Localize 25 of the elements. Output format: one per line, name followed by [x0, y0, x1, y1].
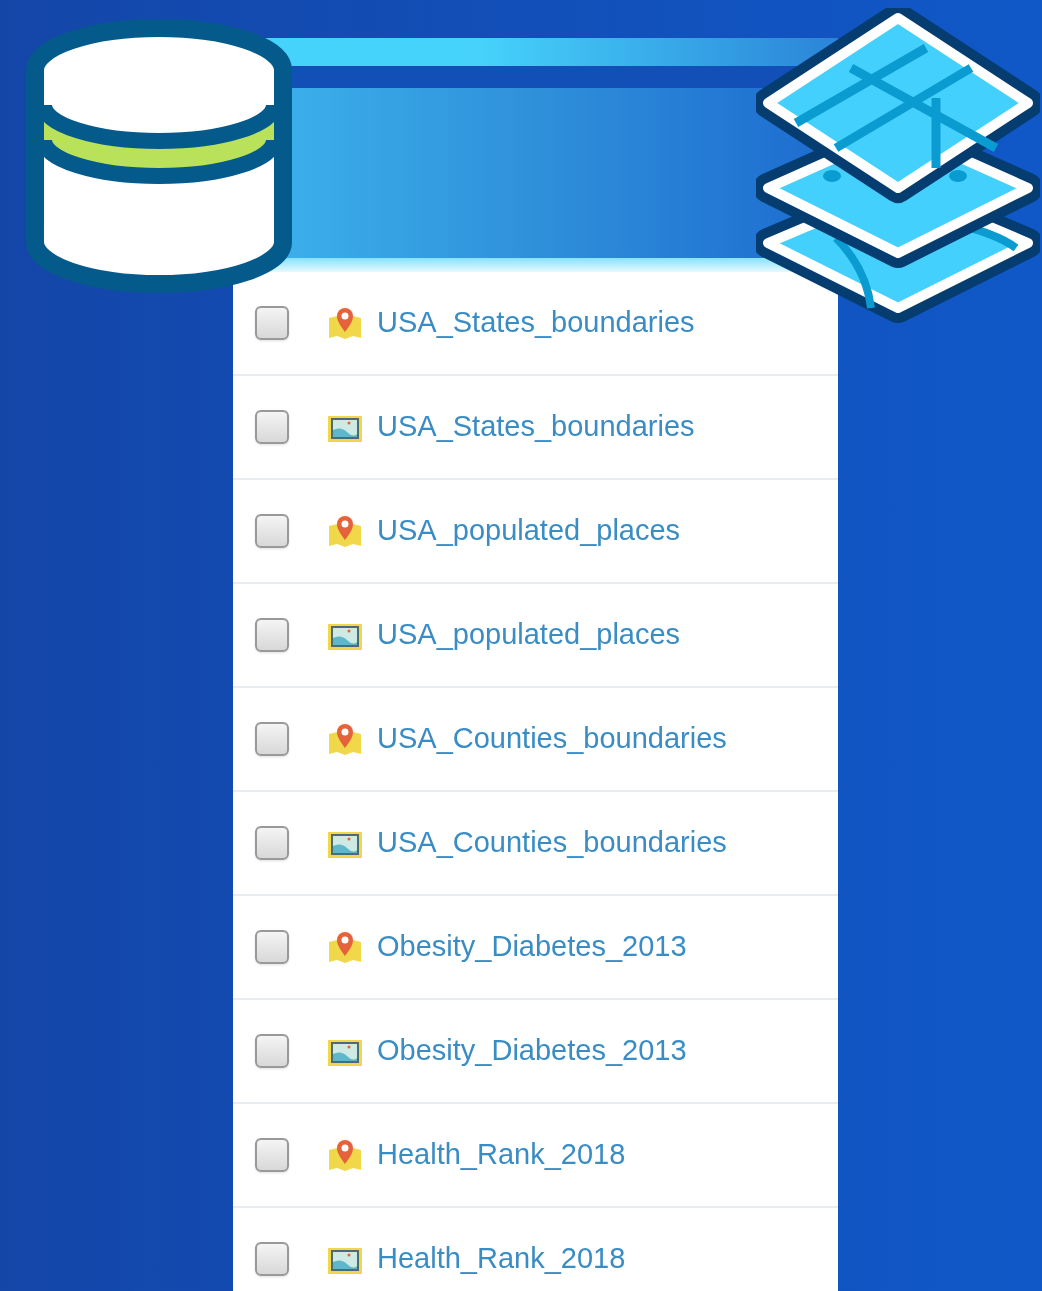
map-pin-icon — [327, 306, 363, 340]
layer-name[interactable]: USA_Counties_boundaries — [377, 717, 727, 761]
map-pin-icon — [327, 930, 363, 964]
map-pin-icon — [327, 722, 363, 756]
layer-name[interactable]: USA_populated_places — [377, 613, 681, 657]
layer-name[interactable]: USA_Counties_boundaries — [377, 821, 727, 865]
checkbox[interactable] — [255, 722, 289, 756]
layer-name[interactable]: USA_States_boundaries — [377, 301, 695, 345]
layer-name[interactable]: USA_States_boundaries — [377, 405, 695, 449]
checkbox[interactable] — [255, 514, 289, 548]
checkbox[interactable] — [255, 306, 289, 340]
layer-name[interactable]: Obesity_Diabetes_2013 — [377, 925, 687, 969]
checkbox[interactable] — [255, 930, 289, 964]
layer-name[interactable]: USA_populated_places — [377, 509, 681, 553]
checkbox[interactable] — [255, 1138, 289, 1172]
map-pin-icon — [327, 1138, 363, 1172]
checkbox[interactable] — [255, 1034, 289, 1068]
checkbox[interactable] — [255, 410, 289, 444]
checkbox[interactable] — [255, 618, 289, 652]
checkbox[interactable] — [255, 1242, 289, 1276]
layer-name[interactable]: Health_Rank_2018 — [377, 1237, 626, 1281]
checkbox[interactable] — [255, 826, 289, 860]
map-pin-icon — [327, 514, 363, 548]
layer-name[interactable]: Health_Rank_2018 — [377, 1133, 626, 1177]
layer-name[interactable]: Obesity_Diabetes_2013 — [377, 1029, 687, 1073]
